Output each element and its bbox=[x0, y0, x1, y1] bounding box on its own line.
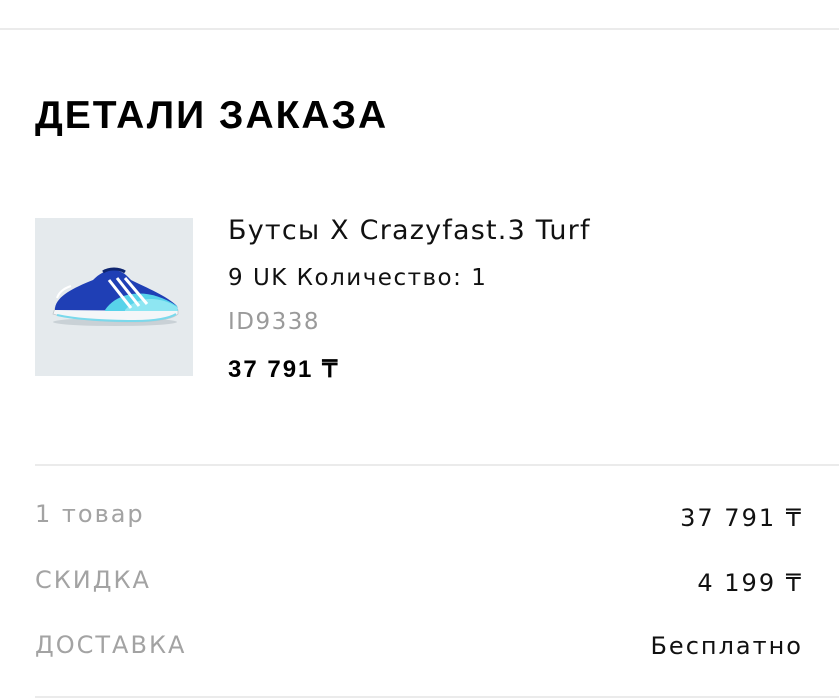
delivery-label: ДОСТАВКА bbox=[35, 631, 187, 659]
items-count-label: 1 товар bbox=[35, 500, 145, 528]
discount-value: 4 199 ₸ bbox=[697, 569, 803, 597]
product-thumbnail[interactable] bbox=[35, 218, 193, 376]
top-divider bbox=[0, 28, 839, 30]
discount-label: СКИДКА bbox=[35, 566, 151, 594]
items-total-value: 37 791 ₸ bbox=[680, 504, 803, 532]
product-price: 37 791 ₸ bbox=[228, 356, 340, 383]
delivery-value: Бесплатно bbox=[650, 632, 803, 660]
summary-divider bbox=[35, 464, 839, 466]
bottom-divider bbox=[35, 696, 839, 698]
page-title: ДЕТАЛИ ЗАКАЗА bbox=[35, 94, 389, 137]
product-sku: ID9338 bbox=[228, 309, 321, 335]
product-name[interactable]: Бутсы X Crazyfast.3 Turf bbox=[228, 213, 591, 249]
shoe-icon bbox=[52, 267, 179, 326]
product-size-quantity: 9 UK Количество: 1 bbox=[228, 265, 488, 291]
